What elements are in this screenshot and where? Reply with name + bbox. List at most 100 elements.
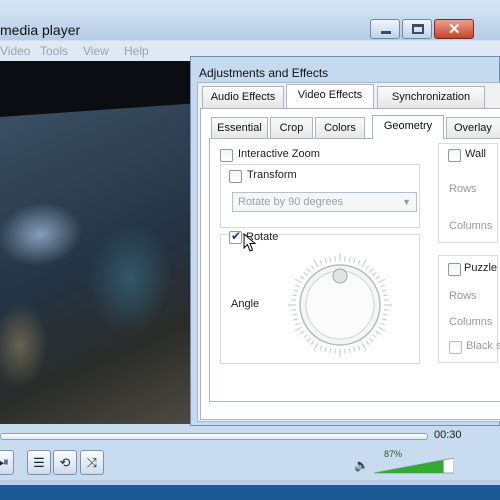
dial-tick: [379, 284, 385, 288]
dial-tick: [291, 313, 298, 316]
tab-audio-effects[interactable]: Audio Effects: [202, 86, 284, 108]
dial-tick: [372, 334, 377, 339]
total-time: 00:30: [434, 429, 462, 441]
dial-tick: [353, 258, 356, 264]
transform-label: Transform: [247, 169, 297, 181]
volume-level-fill: [374, 459, 444, 473]
minimize-button[interactable]: [370, 19, 400, 39]
angle-label: Angle: [231, 298, 260, 310]
dial-tick: [319, 344, 323, 350]
dial-tick: [313, 342, 319, 351]
transform-select-value: Rotate by 90 degrees: [238, 196, 344, 208]
dial-tick: [329, 347, 332, 354]
black-slot-label: Black sl: [466, 340, 500, 352]
maximize-button[interactable]: [402, 19, 432, 39]
dial-tick: [365, 340, 370, 345]
wall-rows-label: Rows: [449, 183, 477, 195]
dial-tick: [361, 342, 367, 351]
playlist-icon: ☰: [33, 455, 45, 470]
chevron-down-icon: ▼: [402, 197, 411, 207]
window-title: media player: [0, 22, 81, 38]
dial-tick: [369, 337, 374, 342]
dial-tick: [293, 289, 299, 292]
interactive-zoom-checkbox[interactable]: [220, 149, 233, 162]
menu-video[interactable]: Video: [0, 44, 30, 58]
dial-tick: [381, 318, 387, 321]
dial-tick: [379, 322, 385, 326]
dial-tick: [382, 313, 389, 316]
puzzle-label: Puzzle g: [464, 262, 500, 274]
dial-tick: [306, 337, 311, 342]
dial-tick: [291, 309, 297, 311]
tab-geometry[interactable]: Geometry: [372, 115, 444, 139]
tab-synchronization[interactable]: Synchronization: [377, 86, 485, 108]
dial-tick: [365, 265, 370, 270]
black-slot-checkbox[interactable]: [449, 341, 462, 354]
shuffle-button[interactable]: ⤨: [80, 450, 104, 475]
dial-tick: [293, 318, 299, 321]
minimize-icon: [381, 31, 391, 34]
tab-crop[interactable]: Crop: [270, 117, 313, 139]
dial-tick: [300, 330, 305, 335]
dial-tick: [291, 294, 298, 297]
dial-tick: [300, 275, 305, 280]
dial-tick: [357, 260, 361, 266]
menu-view[interactable]: View: [83, 44, 109, 58]
dial-tick: [357, 344, 361, 350]
dial-tick: [313, 259, 319, 268]
dial-tick: [348, 256, 351, 263]
dial-tick: [377, 326, 386, 332]
shuffle-icon: ⤨: [86, 455, 98, 470]
dial-tick: [375, 275, 380, 280]
dial-tick: [295, 284, 301, 288]
tab-video-effects[interactable]: Video Effects: [286, 84, 374, 108]
playlist-button[interactable]: ☰: [27, 450, 51, 475]
menu-help[interactable]: Help: [124, 44, 149, 58]
rotated-video-frame: [0, 103, 195, 458]
dial-tick: [377, 278, 386, 284]
seek-slider[interactable]: [0, 433, 428, 440]
dial-tick: [310, 265, 315, 270]
frame-step-icon: ⏯: [0, 455, 9, 469]
video-display[interactable]: [0, 61, 195, 458]
dial-tick: [310, 340, 315, 345]
taskbar-strip: [0, 480, 500, 500]
tab-colors[interactable]: Colors: [315, 117, 365, 139]
loop-icon: ⟲: [59, 455, 71, 470]
tab-essential[interactable]: Essential: [211, 117, 268, 139]
title-bar[interactable]: media player ✕: [0, 0, 500, 40]
dial-tick: [369, 268, 374, 273]
dial-tick: [344, 348, 346, 354]
angle-dial[interactable]: [284, 249, 396, 361]
puzzle-checkbox[interactable]: [448, 263, 461, 276]
seek-row: 00:30: [0, 424, 500, 448]
dial-tick: [348, 347, 351, 354]
close-button[interactable]: ✕: [434, 19, 474, 39]
dial-tick: [383, 309, 389, 311]
dial-tick: [319, 260, 323, 266]
dial-knob[interactable]: [332, 268, 348, 284]
volume-percent: 87%: [384, 449, 403, 459]
frame-step-button[interactable]: ⏯: [0, 450, 14, 475]
rotate-checkbox[interactable]: [229, 229, 242, 244]
dial-tick: [353, 346, 356, 352]
wall-checkbox[interactable]: [448, 149, 461, 162]
dial-tick: [324, 258, 327, 264]
dial-tick: [324, 346, 327, 352]
speaker-icon[interactable]: 🔈: [354, 458, 369, 472]
dial-tick: [372, 271, 377, 276]
menu-tools[interactable]: Tools: [40, 44, 68, 58]
dial-tick: [383, 299, 389, 301]
dial-tick: [303, 334, 308, 339]
transform-checkbox[interactable]: [229, 170, 242, 183]
loop-button[interactable]: ⟲: [53, 450, 77, 475]
interactive-zoom-label: Interactive Zoom: [238, 148, 320, 160]
wall-columns-label: Columns: [449, 220, 493, 232]
transform-select[interactable]: Rotate by 90 degrees ▼: [232, 192, 417, 212]
maximize-icon: [412, 24, 424, 34]
dial-tick: [291, 299, 297, 301]
dial-tick: [334, 256, 336, 262]
dial-tick: [334, 348, 336, 354]
dial-tick: [375, 330, 380, 335]
tab-overlay[interactable]: Overlay: [446, 117, 500, 139]
